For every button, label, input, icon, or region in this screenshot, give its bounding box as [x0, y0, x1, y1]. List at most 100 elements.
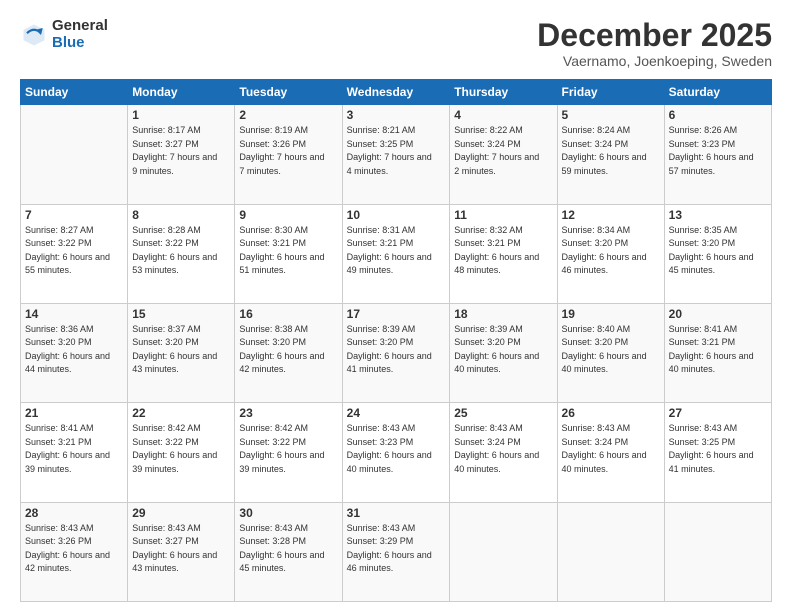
day-number: 8	[132, 208, 230, 222]
calendar-cell: 31 Sunrise: 8:43 AMSunset: 3:29 PMDayligh…	[342, 502, 450, 601]
calendar-cell: 18 Sunrise: 8:39 AMSunset: 3:20 PMDayligh…	[450, 303, 557, 402]
calendar-cell: 27Sunrise: 8:43 AMSunset: 3:25 PMDayligh…	[664, 403, 771, 502]
calendar-cell: 11 Sunrise: 8:32 AMSunset: 3:21 PMDayligh…	[450, 204, 557, 303]
day-number: 13	[669, 208, 767, 222]
day-detail: Sunrise: 8:37 AMSunset: 3:20 PMDaylight:…	[132, 323, 230, 377]
day-number: 17	[347, 307, 446, 321]
calendar-cell: 6 Sunrise: 8:26 AMSunset: 3:23 PMDaylight…	[664, 105, 771, 204]
calendar-cell: 29Sunrise: 8:43 AMSunset: 3:27 PMDayligh…	[128, 502, 235, 601]
calendar-cell	[450, 502, 557, 601]
day-detail: Sunrise: 8:43 AMSunset: 3:23 PMDaylight:…	[347, 422, 446, 476]
day-number: 31	[347, 506, 446, 520]
title-block: December 2025 Vaernamo, Joenkoeping, Swe…	[537, 18, 772, 69]
calendar-table: SundayMondayTuesdayWednesdayThursdayFrid…	[20, 79, 772, 602]
day-detail: Sunrise: 8:43 AMSunset: 3:26 PMDaylight:…	[25, 522, 123, 576]
calendar-cell	[21, 105, 128, 204]
calendar-cell: 4Sunrise: 8:22 AMSunset: 3:24 PMDaylight…	[450, 105, 557, 204]
day-detail: Sunrise: 8:43 AMSunset: 3:25 PMDaylight:…	[669, 422, 767, 476]
calendar-cell: 16 Sunrise: 8:38 AMSunset: 3:20 PMDayligh…	[235, 303, 342, 402]
day-number: 20	[669, 307, 767, 321]
day-detail: Sunrise: 8:34 AMSunset: 3:20 PMDaylight:…	[562, 224, 660, 278]
day-detail: Sunrise: 8:36 AMSunset: 3:20 PMDaylight:…	[25, 323, 123, 377]
day-number: 30	[239, 506, 337, 520]
day-number: 16	[239, 307, 337, 321]
day-detail: Sunrise: 8:28 AMSunset: 3:22 PMDaylight:…	[132, 224, 230, 278]
header: General Blue December 2025 Vaernamo, Joe…	[20, 18, 772, 69]
month-title: December 2025	[537, 18, 772, 53]
calendar-cell: 19 Sunrise: 8:40 AMSunset: 3:20 PMDayligh…	[557, 303, 664, 402]
day-number: 4	[454, 108, 552, 122]
day-number: 24	[347, 406, 446, 420]
calendar-cell: 21 Sunrise: 8:41 AMSunset: 3:21 PMDayligh…	[21, 403, 128, 502]
day-detail: Sunrise: 8:43 AMSunset: 3:28 PMDaylight:…	[239, 522, 337, 576]
day-detail: Sunrise: 8:39 AMSunset: 3:20 PMDaylight:…	[347, 323, 446, 377]
day-number: 18	[454, 307, 552, 321]
calendar-cell: 5 Sunrise: 8:24 AMSunset: 3:24 PMDaylight…	[557, 105, 664, 204]
calendar-cell: 20 Sunrise: 8:41 AMSunset: 3:21 PMDayligh…	[664, 303, 771, 402]
day-detail: Sunrise: 8:31 AMSunset: 3:21 PMDaylight:…	[347, 224, 446, 278]
week-row-3: 14 Sunrise: 8:36 AMSunset: 3:20 PMDayligh…	[21, 303, 772, 402]
calendar-cell: 8 Sunrise: 8:28 AMSunset: 3:22 PMDaylight…	[128, 204, 235, 303]
calendar-cell: 14 Sunrise: 8:36 AMSunset: 3:20 PMDayligh…	[21, 303, 128, 402]
day-number: 19	[562, 307, 660, 321]
day-detail: Sunrise: 8:39 AMSunset: 3:20 PMDaylight:…	[454, 323, 552, 377]
weekday-header-friday: Friday	[557, 80, 664, 105]
day-detail: Sunrise: 8:43 AMSunset: 3:29 PMDaylight:…	[347, 522, 446, 576]
logo-general-text: General	[52, 18, 108, 35]
logo-text: General Blue	[52, 18, 108, 51]
day-number: 7	[25, 208, 123, 222]
day-detail: Sunrise: 8:32 AMSunset: 3:21 PMDaylight:…	[454, 224, 552, 278]
day-number: 2	[239, 108, 337, 122]
day-number: 12	[562, 208, 660, 222]
day-detail: Sunrise: 8:42 AMSunset: 3:22 PMDaylight:…	[132, 422, 230, 476]
day-number: 29	[132, 506, 230, 520]
calendar-cell: 1 Sunrise: 8:17 AMSunset: 3:27 PMDaylight…	[128, 105, 235, 204]
day-detail: Sunrise: 8:35 AMSunset: 3:20 PMDaylight:…	[669, 224, 767, 278]
calendar-cell: 30 Sunrise: 8:43 AMSunset: 3:28 PMDayligh…	[235, 502, 342, 601]
day-detail: Sunrise: 8:43 AMSunset: 3:24 PMDaylight:…	[562, 422, 660, 476]
calendar-cell: 17 Sunrise: 8:39 AMSunset: 3:20 PMDayligh…	[342, 303, 450, 402]
calendar-cell: 26Sunrise: 8:43 AMSunset: 3:24 PMDayligh…	[557, 403, 664, 502]
day-detail: Sunrise: 8:30 AMSunset: 3:21 PMDaylight:…	[239, 224, 337, 278]
day-number: 21	[25, 406, 123, 420]
calendar-cell: 15Sunrise: 8:37 AMSunset: 3:20 PMDayligh…	[128, 303, 235, 402]
calendar-cell: 22 Sunrise: 8:42 AMSunset: 3:22 PMDayligh…	[128, 403, 235, 502]
calendar-cell: 23 Sunrise: 8:42 AMSunset: 3:22 PMDayligh…	[235, 403, 342, 502]
day-detail: Sunrise: 8:21 AMSunset: 3:25 PMDaylight:…	[347, 124, 446, 178]
day-number: 1	[132, 108, 230, 122]
day-number: 25	[454, 406, 552, 420]
day-number: 14	[25, 307, 123, 321]
day-detail: Sunrise: 8:27 AMSunset: 3:22 PMDaylight:…	[25, 224, 123, 278]
calendar-cell: 9Sunrise: 8:30 AMSunset: 3:21 PMDaylight…	[235, 204, 342, 303]
weekday-header-row: SundayMondayTuesdayWednesdayThursdayFrid…	[21, 80, 772, 105]
calendar-cell: 3 Sunrise: 8:21 AMSunset: 3:25 PMDaylight…	[342, 105, 450, 204]
logo: General Blue	[20, 18, 108, 51]
day-number: 11	[454, 208, 552, 222]
day-detail: Sunrise: 8:42 AMSunset: 3:22 PMDaylight:…	[239, 422, 337, 476]
weekday-header-monday: Monday	[128, 80, 235, 105]
weekday-header-thursday: Thursday	[450, 80, 557, 105]
calendar-cell: 25 Sunrise: 8:43 AMSunset: 3:24 PMDayligh…	[450, 403, 557, 502]
week-row-2: 7 Sunrise: 8:27 AMSunset: 3:22 PMDaylight…	[21, 204, 772, 303]
day-detail: Sunrise: 8:24 AMSunset: 3:24 PMDaylight:…	[562, 124, 660, 178]
day-number: 6	[669, 108, 767, 122]
location: Vaernamo, Joenkoeping, Sweden	[537, 53, 772, 69]
calendar-page: General Blue December 2025 Vaernamo, Joe…	[0, 0, 792, 612]
day-detail: Sunrise: 8:41 AMSunset: 3:21 PMDaylight:…	[669, 323, 767, 377]
day-number: 23	[239, 406, 337, 420]
weekday-header-tuesday: Tuesday	[235, 80, 342, 105]
day-detail: Sunrise: 8:41 AMSunset: 3:21 PMDaylight:…	[25, 422, 123, 476]
day-number: 22	[132, 406, 230, 420]
day-detail: Sunrise: 8:19 AMSunset: 3:26 PMDaylight:…	[239, 124, 337, 178]
logo-icon	[20, 21, 48, 49]
day-detail: Sunrise: 8:40 AMSunset: 3:20 PMDaylight:…	[562, 323, 660, 377]
day-detail: Sunrise: 8:38 AMSunset: 3:20 PMDaylight:…	[239, 323, 337, 377]
day-number: 5	[562, 108, 660, 122]
day-detail: Sunrise: 8:17 AMSunset: 3:27 PMDaylight:…	[132, 124, 230, 178]
calendar-cell: 2 Sunrise: 8:19 AMSunset: 3:26 PMDaylight…	[235, 105, 342, 204]
day-detail: Sunrise: 8:43 AMSunset: 3:24 PMDaylight:…	[454, 422, 552, 476]
day-detail: Sunrise: 8:26 AMSunset: 3:23 PMDaylight:…	[669, 124, 767, 178]
week-row-1: 1 Sunrise: 8:17 AMSunset: 3:27 PMDaylight…	[21, 105, 772, 204]
day-number: 3	[347, 108, 446, 122]
logo-blue-text: Blue	[52, 35, 108, 52]
